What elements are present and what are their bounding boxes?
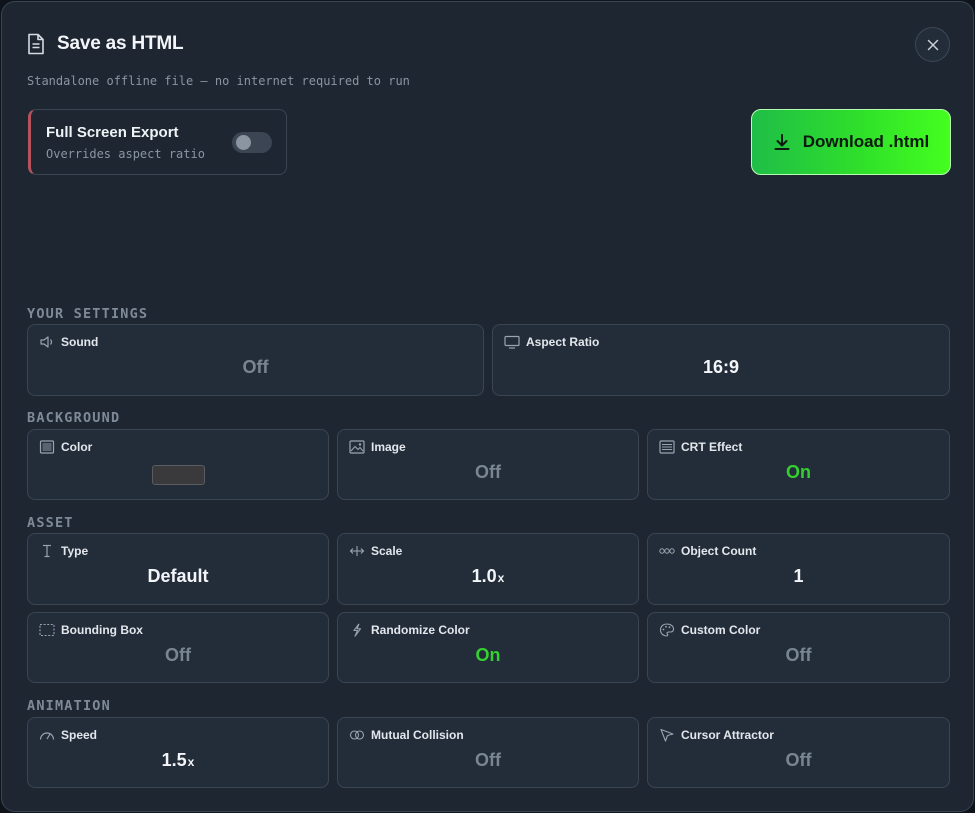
scanlines-icon <box>659 440 675 454</box>
full-screen-export-card: Full Screen Export Overrides aspect rati… <box>28 109 287 175</box>
asset-scale-card[interactable]: Scale 1.0x <box>337 533 639 605</box>
sound-value: Off <box>242 357 269 377</box>
asset-type-value: Default <box>147 566 209 586</box>
speed-value: 1.5x <box>28 750 328 771</box>
document-icon <box>28 33 44 55</box>
bounding-box-card[interactable]: Bounding Box Off <box>27 612 329 683</box>
bounding-box-value: Off <box>165 645 191 665</box>
section-animation: ANIMATION <box>27 698 111 714</box>
speedometer-icon <box>39 732 55 740</box>
speaker-icon <box>40 336 53 348</box>
object-count-label: Object Count <box>681 544 757 558</box>
background-image-value: Off <box>475 462 501 482</box>
speed-unit: x <box>187 755 195 769</box>
circles-icon <box>659 548 675 554</box>
crt-effect-label: CRT Effect <box>681 440 743 454</box>
overlap-circles-icon <box>349 730 365 740</box>
background-color-label: Color <box>61 440 93 454</box>
section-asset: ASSET <box>27 515 74 531</box>
palette-icon <box>659 623 675 637</box>
image-icon <box>349 440 365 454</box>
asset-scale-label: Scale <box>371 544 403 558</box>
asset-scale-value: 1.0x <box>338 566 638 587</box>
toggle-knob <box>236 135 251 150</box>
sound-setting-card[interactable]: Sound Off <box>27 324 484 396</box>
sound-label: Sound <box>61 335 99 349</box>
full-screen-export-title: Full Screen Export <box>46 124 179 141</box>
section-background: BACKGROUND <box>27 410 121 426</box>
crt-effect-value: On <box>786 462 811 482</box>
cursor-attractor-card[interactable]: Cursor Attractor Off <box>647 717 950 788</box>
aspect-ratio-label: Aspect Ratio <box>526 335 600 349</box>
asset-type-label: Type <box>61 544 89 558</box>
aspect-ratio-value: 16:9 <box>702 357 740 377</box>
object-count-card[interactable]: Object Count 1 <box>647 533 950 605</box>
mutual-collision-value: Off <box>475 750 501 770</box>
dialog-title: Save as HTML <box>57 33 184 54</box>
full-screen-export-subtitle: Overrides aspect ratio <box>46 147 205 161</box>
color-square-icon <box>39 440 55 454</box>
lightning-icon <box>353 623 362 637</box>
section-your-settings: YOUR SETTINGS <box>27 306 149 322</box>
cursor-attractor-label: Cursor Attractor <box>681 728 774 742</box>
randomize-color-value: On <box>475 645 501 665</box>
object-count-value: 1 <box>793 566 804 586</box>
color-swatch[interactable] <box>152 465 205 485</box>
download-icon <box>774 134 790 150</box>
text-cursor-icon <box>43 544 51 558</box>
speed-label: Speed <box>61 728 98 742</box>
scale-arrows-icon <box>349 546 365 556</box>
background-image-label: Image <box>371 440 406 454</box>
download-html-button[interactable]: Download .html <box>751 109 951 175</box>
dialog-header: Save as HTML <box>27 33 184 55</box>
close-button[interactable] <box>915 27 950 62</box>
randomize-color-label: Randomize Color <box>371 623 470 637</box>
randomize-color-card[interactable]: Randomize Color On <box>337 612 639 683</box>
full-screen-toggle[interactable] <box>232 132 272 153</box>
cursor-attractor-value: Off <box>785 750 812 770</box>
speed-card[interactable]: Speed 1.5x <box>27 717 329 788</box>
aspect-ratio-setting-card[interactable]: Aspect Ratio 16:9 <box>492 324 950 396</box>
bounding-box-label: Bounding Box <box>61 623 143 637</box>
background-color-card[interactable]: Color <box>27 429 329 500</box>
custom-color-value: Off <box>785 645 812 665</box>
scale-number: 1.0 <box>471 566 497 586</box>
save-html-dialog: Save as HTML Standalone offline file — n… <box>1 1 974 812</box>
background-image-card[interactable]: Image Off <box>337 429 639 500</box>
custom-color-card[interactable]: Custom Color Off <box>647 612 950 683</box>
crt-effect-card[interactable]: CRT Effect On <box>647 429 950 500</box>
download-label: Download .html <box>802 132 930 151</box>
mutual-collision-card[interactable]: Mutual Collision Off <box>337 717 639 788</box>
close-icon <box>927 39 938 50</box>
custom-color-label: Custom Color <box>681 623 761 637</box>
cursor-arrow-icon <box>660 728 674 742</box>
asset-type-card[interactable]: Type Default <box>27 533 329 605</box>
scale-unit: x <box>497 571 505 585</box>
dashed-box-icon <box>39 623 55 637</box>
mutual-collision-label: Mutual Collision <box>371 728 464 742</box>
speed-number: 1.5 <box>161 750 187 770</box>
monitor-icon <box>504 335 520 349</box>
dialog-subtitle: Standalone offline file — no internet re… <box>27 74 410 88</box>
